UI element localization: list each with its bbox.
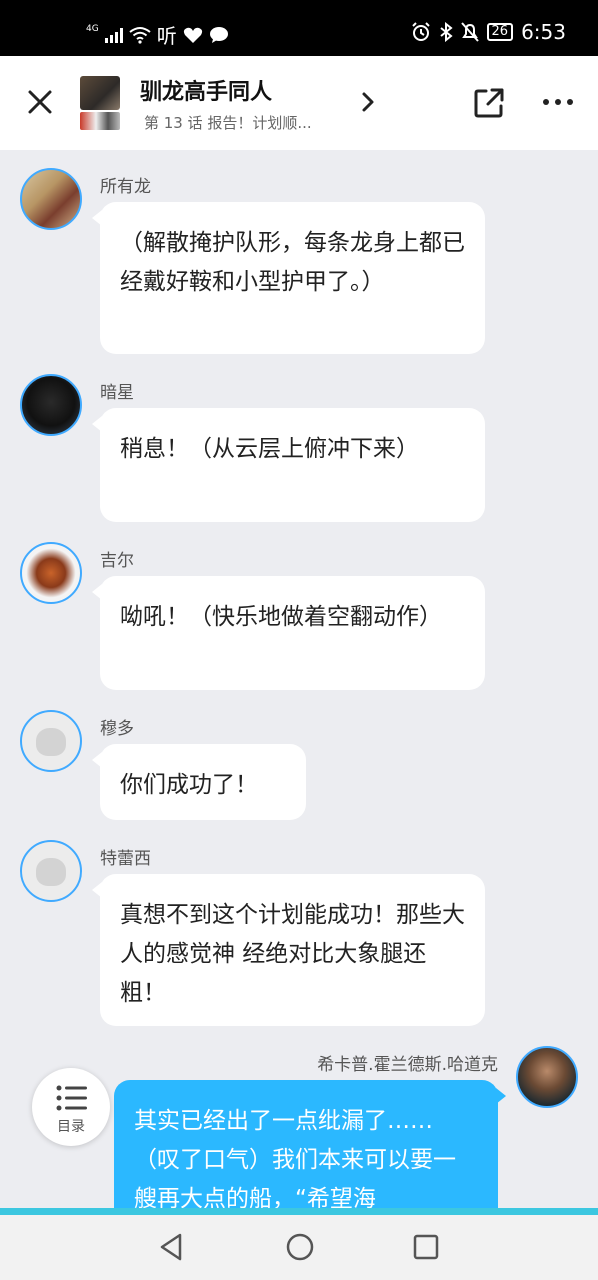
- share-icon[interactable]: [472, 86, 506, 120]
- battery-icon: 26: [486, 23, 514, 41]
- wifi-icon: [129, 26, 151, 44]
- avatar[interactable]: [20, 710, 82, 772]
- close-icon[interactable]: [24, 86, 56, 118]
- chevron-right-icon[interactable]: [356, 90, 380, 114]
- more-icon[interactable]: [540, 92, 576, 112]
- recent-apps-icon[interactable]: [412, 1233, 440, 1261]
- toc-label: 目录: [57, 1119, 85, 1135]
- chapter-subtitle[interactable]: 第 13 话 报告！计划顺...: [144, 112, 312, 133]
- chat-notification-icon: [209, 26, 228, 43]
- sender-name: 穆多: [100, 719, 134, 739]
- sender-name: 吉尔: [100, 551, 134, 571]
- sender-name: 特蕾西: [100, 849, 151, 869]
- home-icon[interactable]: [284, 1231, 316, 1263]
- sender-name: 暗星: [100, 383, 134, 403]
- back-icon[interactable]: [156, 1231, 186, 1263]
- sender-name: 希卡普.霍兰德斯.哈道克: [317, 1055, 498, 1075]
- reading-progress-bar: [0, 1208, 598, 1215]
- message-bubble: （解散掩护队形，每条龙身上都已经戴好鞍和小型护甲了。）: [92, 202, 485, 354]
- avatar[interactable]: [20, 542, 82, 604]
- listen-app-icon: 听: [156, 24, 177, 48]
- toc-button[interactable]: 目录: [32, 1068, 110, 1146]
- status-left: 4G 听: [86, 20, 229, 49]
- system-nav-bar: [0, 1215, 598, 1280]
- mute-bell-icon: [460, 22, 479, 42]
- bluetooth-icon: [439, 22, 453, 42]
- story-title[interactable]: 驯龙高手同人: [140, 74, 272, 106]
- message-bubble: 真想不到这个计划能成功！那些大人的感觉神 经绝对比大象腿还粗！: [92, 874, 485, 1026]
- avatar[interactable]: [20, 168, 82, 230]
- clock: 6:53: [521, 20, 566, 44]
- cover-thumbnail[interactable]: [80, 76, 120, 110]
- message-bubble: 稍息！（从云层上俯冲下来）: [92, 408, 485, 522]
- message-bubble: 你们成功了！: [92, 744, 306, 820]
- list-icon: [56, 1085, 87, 1111]
- avatar[interactable]: [20, 840, 82, 902]
- avatar[interactable]: [516, 1046, 578, 1108]
- chapter-header: 驯龙高手同人 第 13 话 报告！计划顺...: [0, 56, 598, 150]
- avatar[interactable]: [20, 374, 82, 436]
- health-icon: [183, 27, 202, 43]
- network-type: 4G: [86, 23, 99, 34]
- alarm-icon: [411, 22, 430, 41]
- cover-thumbnail-strip: [80, 112, 120, 130]
- message-bubble: 呦吼！（快乐地做着空翻动作）: [92, 576, 485, 690]
- signal-icon: [104, 27, 123, 43]
- sender-name: 所有龙: [100, 177, 151, 197]
- status-right: 26 6:53: [411, 20, 566, 44]
- status-bar: 4G 听 26 6:53: [0, 0, 598, 56]
- chat-area[interactable]: 所有龙 （解散掩护队形，每条龙身上都已经戴好鞍和小型护甲了。） 暗星 稍息！（从…: [0, 150, 598, 1208]
- message-bubble: 其实已经出了一点纰漏了……（叹了口气）我们本来可以要一艘再大点的船，“希望海: [114, 1080, 506, 1208]
